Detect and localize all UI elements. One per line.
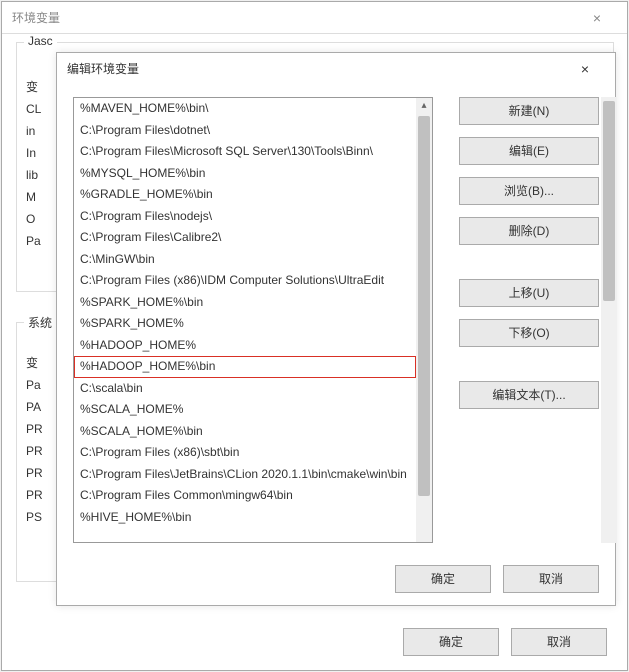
delete-button[interactable]: 删除(D) — [459, 217, 599, 245]
list-item[interactable]: %GRADLE_HOME%\bin — [74, 184, 416, 206]
list-item[interactable]: %SCALA_HOME%\bin — [74, 421, 416, 443]
move-up-button[interactable]: 上移(U) — [459, 279, 599, 307]
list-item[interactable]: %HIVE_HOME%\bin — [74, 507, 416, 529]
edit-text-button[interactable]: 编辑文本(T)... — [459, 381, 599, 409]
edit-env-var-titlebar: 编辑环境变量 × — [57, 53, 615, 85]
env-vars-title: 环境变量 — [12, 2, 60, 34]
scrollbar-thumb[interactable] — [418, 116, 430, 496]
list-item[interactable]: C:\scala\bin — [74, 378, 416, 400]
new-button[interactable]: 新建(N) — [459, 97, 599, 125]
list-item[interactable]: C:\Program Files\dotnet\ — [74, 120, 416, 142]
env-vars-footer: 确定 取消 — [403, 628, 607, 656]
list-item[interactable]: %SCALA_HOME% — [74, 399, 416, 421]
system-vars-label: 系统 — [24, 314, 56, 331]
scroll-up-icon[interactable]: ▴ — [416, 98, 432, 114]
cancel-button[interactable]: 取消 — [503, 565, 599, 593]
edit-env-var-dialog: 编辑环境变量 × %MAVEN_HOME%\bin\C:\Program Fil… — [56, 52, 616, 606]
list-item[interactable]: C:\Program Files Common\mingw64\bin — [74, 485, 416, 507]
edit-env-var-title: 编辑环境变量 — [67, 53, 139, 85]
ok-button[interactable]: 确定 — [403, 628, 499, 656]
close-icon[interactable]: × — [565, 53, 605, 85]
list-item[interactable]: C:\MinGW\bin — [74, 249, 416, 271]
list-item[interactable]: C:\Program Files\JetBrains\CLion 2020.1.… — [74, 464, 416, 486]
button-column: 新建(N) 编辑(E) 浏览(B)... 删除(D) 上移(U) 下移(O) 编… — [459, 97, 599, 421]
list-item[interactable]: %SPARK_HOME%\bin — [74, 292, 416, 314]
env-vars-titlebar: 环境变量 × — [2, 2, 627, 34]
listbox-scrollbar[interactable]: ▴ — [416, 98, 432, 542]
ok-button[interactable]: 确定 — [395, 565, 491, 593]
edit-env-var-footer: 确定 取消 — [395, 565, 599, 593]
list-item[interactable]: %SPARK_HOME% — [74, 313, 416, 335]
browse-button[interactable]: 浏览(B)... — [459, 177, 599, 205]
move-down-button[interactable]: 下移(O) — [459, 319, 599, 347]
cancel-button[interactable]: 取消 — [511, 628, 607, 656]
list-item[interactable]: %HADOOP_HOME% — [74, 335, 416, 357]
path-listbox[interactable]: %MAVEN_HOME%\bin\C:\Program Files\dotnet… — [73, 97, 433, 543]
list-item[interactable]: C:\Program Files\Calibre2\ — [74, 227, 416, 249]
list-item[interactable]: %MAVEN_HOME%\bin\ — [74, 98, 416, 120]
list-item[interactable]: %MYSQL_HOME%\bin — [74, 163, 416, 185]
list-item[interactable]: C:\Program Files (x86)\sbt\bin — [74, 442, 416, 464]
list-item[interactable]: C:\Program Files\nodejs\ — [74, 206, 416, 228]
scrollbar-thumb[interactable] — [603, 101, 615, 301]
edit-button[interactable]: 编辑(E) — [459, 137, 599, 165]
close-icon[interactable]: × — [577, 2, 617, 34]
list-item[interactable]: C:\Program Files\Microsoft SQL Server\13… — [74, 141, 416, 163]
list-item[interactable]: %HADOOP_HOME%\bin — [74, 356, 416, 378]
button-col-scrollbar[interactable] — [601, 97, 617, 543]
list-item[interactable]: C:\Program Files (x86)\IDM Computer Solu… — [74, 270, 416, 292]
user-vars-label: Jasc — [24, 34, 57, 48]
